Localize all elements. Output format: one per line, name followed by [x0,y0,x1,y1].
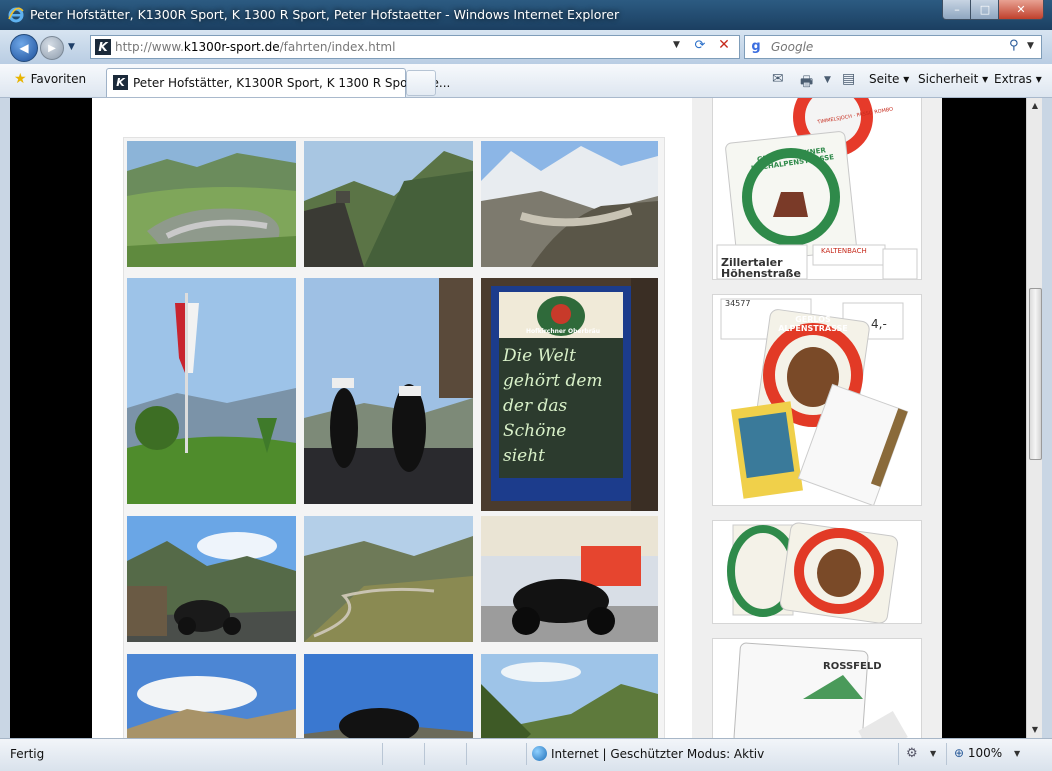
scroll-down-icon[interactable]: ▼ [1027,722,1043,738]
internet-explorer-icon [8,7,24,23]
chalkboard-line: gehört dem [503,371,603,391]
protected-mode-icon[interactable]: ⚙ [906,746,918,761]
site-favicon-icon: K [95,39,111,55]
photo-glacier[interactable] [481,141,658,267]
extras-menu[interactable]: Extras ▾ [994,72,1042,86]
ticket-kaltenbach-label: KALTENBACH [821,247,867,255]
google-icon: g [751,39,761,54]
ticket-card-rossfeld[interactable]: ROSSFELD [712,638,922,738]
address-url[interactable]: http://www.k1300r-sport.de/fahrten/index… [115,40,395,54]
maximize-button[interactable]: □ [970,0,1000,20]
star-icon: ★ [14,71,27,87]
window-frame-left [0,98,10,738]
chalkboard-brand: Hofkirchner Oberbräu [526,328,600,335]
chalkboard-line: Die Welt [503,346,576,366]
window-titlebar: Peter Hofstätter, K1300R Sport, K 1300 R… [0,0,1052,30]
chalkboard-line: Schöne [503,421,567,441]
favorites-button[interactable]: ★ Favoriten [14,71,86,87]
sidebar: Zillertaler Höhenstraße KALTENBACH TIMME… [692,98,942,738]
status-divider [898,743,899,765]
history-dropdown-icon[interactable]: ▼ [68,42,75,52]
window-title: Peter Hofstätter, K1300R Sport, K 1300 R… [30,7,620,22]
command-bar: ★ Favoriten K Peter Hofstätter, K1300R Sp… [0,64,1052,98]
status-bar: Fertig Internet | Geschützter Modus: Akt… [0,738,1052,771]
arrow-left-icon: ◀ [19,41,29,55]
print-dropdown-icon[interactable]: ▼ [824,75,831,85]
photo-motorcycle-gas-station[interactable] [481,516,658,642]
security-zone-label: Internet | Geschützter Modus: Aktiv [551,747,765,761]
zoom-icon: ⊕ [954,746,965,760]
photo-two-motorcycles[interactable] [304,278,473,504]
search-input[interactable] [769,38,1009,56]
zoom-dropdown-icon[interactable]: ▼ [1014,749,1020,758]
search-icon[interactable]: ⚲ [1009,38,1019,53]
zoom-level[interactable]: ⊕ 100% [954,746,1002,760]
ticket-card-gerlos[interactable]: 34577 4,- GERLOS ALPENSTRASSE [712,294,922,506]
photo-gallery: Die Welt gehört dem der das Schöne sieht… [123,137,665,738]
window-frame-right [1042,98,1052,738]
scroll-up-icon[interactable]: ▲ [1027,98,1043,114]
ticket-card-stickers[interactable] [712,520,922,624]
chalkboard-line: sieht [503,446,546,466]
tab-favicon-icon: K [113,75,128,90]
address-bar[interactable]: K http://www.k1300r-sport.de/fahrten/ind… [90,35,740,59]
status-divider [424,743,425,765]
stop-icon[interactable]: ✕ [715,37,733,55]
status-divider [466,743,467,765]
page-menu[interactable]: Seite ▾ [869,72,909,86]
photo-serpentine-road[interactable] [304,516,473,642]
page-viewport[interactable]: Die Welt gehört dem der das Schöne sieht… [10,98,1026,738]
photo-rider-on-motorcycle[interactable] [304,654,473,738]
search-options-dropdown-icon[interactable]: ▼ [1027,41,1034,51]
feed-icon[interactable]: ✉ [772,71,784,87]
forward-button[interactable]: ▶ [40,36,64,60]
favorites-label: Favoriten [30,72,87,86]
back-button[interactable]: ◀ [10,34,38,62]
chalkboard-line: der das [503,396,568,416]
ticket-gerlos-label: GERLOS ALPENSTRASSE [778,315,848,333]
address-dropdown-icon[interactable]: ▼ [673,40,680,50]
zoom-label: 100% [967,746,1003,760]
photo-flag-meadow[interactable] [127,278,296,504]
close-button[interactable]: ✕ [998,0,1044,20]
ticket-price-label: 4,- [871,317,887,331]
navigation-bar: ◀ ▶ ▼ K http://www.k1300r-sport.de/fahrt… [0,30,1052,64]
search-box[interactable]: g ⚲ ▼ [744,35,1042,59]
photo-valley-road[interactable] [304,141,473,267]
photo-alpine-meadow[interactable] [127,654,296,738]
status-divider [382,743,383,765]
tab-title: Peter Hofstätter, K1300R Sport, K 1300 R… [133,76,451,90]
read-mail-icon[interactable]: ▤ [842,71,855,87]
arrow-right-icon: ▶ [48,42,56,54]
photo-mountain-hairpin[interactable] [127,141,296,267]
photo-green-valley[interactable] [481,654,658,738]
new-tab-button[interactable] [406,70,436,96]
photo-motorcycle-fence[interactable] [127,516,296,642]
status-text: Fertig [10,747,45,761]
status-divider [526,743,527,765]
globe-icon [532,746,547,761]
print-icon[interactable]: 🖶 [800,71,813,95]
security-zone[interactable]: Internet | Geschützter Modus: Aktiv [532,746,764,761]
photo-chalkboard-sign[interactable]: Die Welt gehört dem der das Schöne sieht… [481,278,658,511]
protected-mode-dropdown-icon[interactable]: ▼ [930,749,936,758]
status-divider [946,743,947,765]
browser-tab[interactable]: K Peter Hofstätter, K1300R Sport, K 1300… [106,68,450,97]
scrollbar-thumb[interactable] [1029,288,1042,460]
refresh-icon[interactable]: ⟳ [691,38,709,54]
ticket-rossfeld-label: ROSSFELD [823,661,882,672]
web-page: Die Welt gehört dem der das Schöne sieht… [92,98,942,738]
vertical-scrollbar[interactable]: ▲ ▼ [1026,98,1043,738]
minimize-button[interactable]: – [942,0,972,20]
safety-menu[interactable]: Sicherheit ▾ [918,72,988,86]
ticket-card-grossglockner[interactable]: Zillertaler Höhenstraße KALTENBACH TIMME… [712,98,922,280]
ticket-number-label: 34577 [725,299,751,308]
ticket-zillertal-label: Zillertaler Höhenstraße [721,256,801,280]
